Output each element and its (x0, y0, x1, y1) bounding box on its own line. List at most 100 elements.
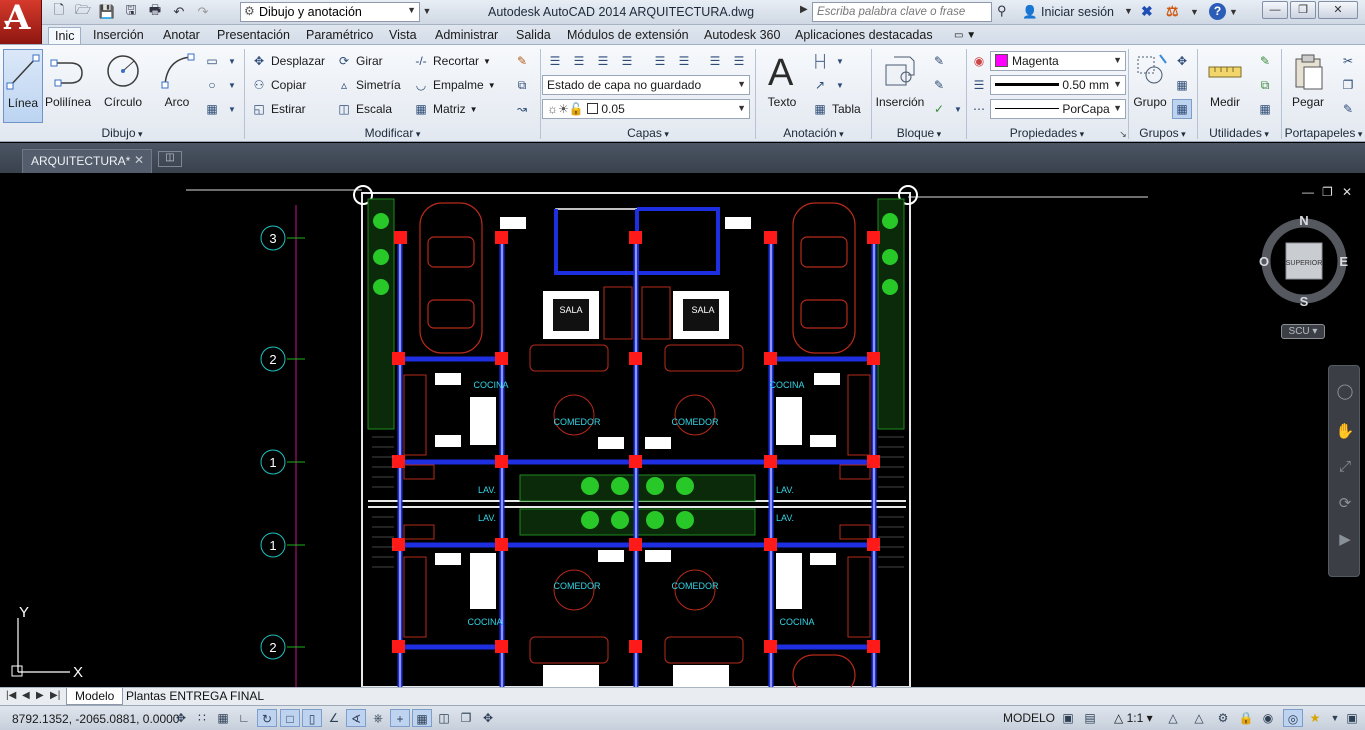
tab-presentacion[interactable]: Presentación (211, 27, 296, 45)
next-layout-icon[interactable]: ▶ (36, 690, 44, 701)
previous-layout-icon[interactable]: ◀ (22, 690, 30, 701)
array-button[interactable]: ▦ Matriz ▼ (413, 99, 477, 119)
panel-title-anotacion[interactable]: Anotación (756, 126, 871, 142)
layer-state-dropdown[interactable]: Estado de capa no guardado ▼ (542, 75, 750, 95)
object-snap-tracking-icon[interactable]: ∠ (324, 709, 344, 727)
panel-title-bloque[interactable]: Bloque (872, 126, 966, 142)
viewport-restore-button[interactable]: ❐ (1322, 185, 1333, 199)
match-properties-icon[interactable]: ◉ (969, 51, 989, 71)
fillet-button[interactable]: ◡ Empalme ▼ (413, 75, 496, 95)
stretch-button[interactable]: ◱ Estirar (251, 99, 305, 119)
panel-title-grupos[interactable]: Grupos (1129, 126, 1196, 142)
create-block-icon[interactable]: ✎ (929, 51, 949, 71)
calculator-icon[interactable]: ▦ (1255, 99, 1275, 119)
layer-dropdown[interactable]: ☼☀🔓 0.05 ▼ (542, 99, 750, 119)
rectangle-icon[interactable]: ▭ (202, 51, 222, 71)
model-space-toggle[interactable]: MODELO (1003, 709, 1055, 727)
table-button[interactable]: ▦ Tabla (812, 99, 860, 119)
viewcube[interactable]: SUPERIOR N S E O (1258, 207, 1350, 307)
quick-select-icon[interactable]: ✎ (1255, 51, 1275, 71)
chevron-down-icon[interactable]: ▼ (1229, 7, 1238, 17)
help-icon[interactable]: ? (1209, 3, 1226, 20)
infer-constraints-icon[interactable]: ✥ (171, 709, 191, 727)
new-file-icon[interactable]: 🗋 (48, 2, 70, 21)
lineweight-dropdown[interactable]: 0.50 mm ▼ (990, 75, 1126, 95)
linetype-dropdown[interactable]: PorCapa ▼ (990, 99, 1126, 119)
dynamic-ucs-icon[interactable]: ∢ (346, 709, 366, 727)
leader-icon[interactable]: ↗ (810, 75, 830, 95)
steering-wheel-icon[interactable]: ◯ (1333, 382, 1357, 406)
tab-anotar[interactable]: Anotar (157, 27, 206, 45)
chevron-down-icon[interactable]: ▼ (830, 51, 850, 71)
lightbulb-icon[interactable]: ★ (1305, 709, 1325, 727)
tab-inicio[interactable]: Inic (48, 27, 82, 45)
chevron-down-icon[interactable]: ▼ (222, 51, 242, 71)
polyline-button[interactable]: Polilínea (45, 49, 91, 123)
save-as-icon[interactable]: 🖫 (120, 2, 142, 21)
redo-icon[interactable]: ↷ (192, 3, 214, 21)
annotation-monitor-icon[interactable]: ✥ (478, 709, 498, 727)
binoculars-icon[interactable]: ⚲ (997, 3, 1007, 19)
dimension-icon[interactable]: ├┤ (810, 51, 830, 71)
layer-properties-icon[interactable]: ☰ (545, 51, 565, 71)
selection-cycling-icon[interactable]: ❐ (456, 709, 476, 727)
chevron-down-icon[interactable]: ▼ (1190, 7, 1199, 17)
arc-button[interactable]: Arco (155, 49, 199, 123)
tab-salida[interactable]: Salida (510, 27, 557, 45)
group-edit-icon[interactable]: ▦ (1172, 75, 1192, 95)
edit-block-icon[interactable]: ✎ (929, 75, 949, 95)
qat-customize-button[interactable]: ▼ (420, 2, 434, 22)
layer-lock-icon[interactable]: ☰ (705, 51, 725, 71)
layer-freeze-icon[interactable]: ☰ (674, 51, 694, 71)
hardware-acceleration-icon[interactable]: ◉ (1258, 709, 1278, 727)
ribbon-minimize-icon[interactable]: ▭ ▼ (948, 27, 982, 45)
quick-view-drawings-icon[interactable]: ▤ (1080, 709, 1100, 727)
offset-icon[interactable]: ↝ (512, 99, 532, 119)
tab-modelo[interactable]: Modelo (66, 688, 124, 705)
trim-button[interactable]: -/- Recortar ▼ (413, 51, 491, 71)
linetype-icon[interactable]: ⋯ (969, 99, 989, 119)
viewport-close-button[interactable]: ✕ (1342, 185, 1352, 199)
insert-block-button[interactable]: Inserción (874, 49, 926, 123)
minimize-button[interactable]: — (1262, 1, 1288, 19)
tab-vista[interactable]: Vista (383, 27, 423, 45)
3d-osnap-icon[interactable]: ▯ (302, 709, 322, 727)
paste-button[interactable]: Pegar (1287, 49, 1329, 123)
quick-view-layouts-icon[interactable]: ▣ (1058, 709, 1078, 727)
attribute-icon[interactable]: ✓ (929, 99, 949, 119)
object-snap-icon[interactable]: □ (280, 709, 300, 727)
tab-aplicaciones-destacadas[interactable]: Aplicaciones destacadas (789, 27, 939, 45)
match-clip-icon[interactable]: ✎ (1338, 99, 1358, 119)
maximize-button[interactable]: ❐ (1290, 1, 1316, 19)
move-button[interactable]: ✥ Desplazar (251, 51, 325, 71)
toolbar-lock-icon[interactable]: 🔒 (1236, 709, 1256, 727)
snap-mode-icon[interactable]: ∷ (192, 709, 212, 727)
chevron-down-icon[interactable]: ▼ (222, 75, 242, 95)
panel-title-utilidades[interactable]: Utilidades (1198, 126, 1280, 142)
connect-icon[interactable]: ⚖ (1166, 3, 1179, 20)
group-selection-icon[interactable]: ▦ (1172, 99, 1192, 119)
copy-button[interactable]: ⚇ Copiar (251, 75, 307, 95)
last-layout-icon[interactable]: ▶| (50, 690, 60, 701)
panel-title-propiedades[interactable]: Propiedades (967, 126, 1127, 142)
tab-administrar[interactable]: Administrar (429, 27, 504, 45)
color-dropdown[interactable]: Magenta ▼ (990, 51, 1126, 71)
line-button[interactable]: Línea (3, 49, 43, 123)
ucs-menu-button[interactable]: SCU ▾ (1281, 324, 1325, 339)
quick-properties-icon[interactable]: ◫ (434, 709, 454, 727)
hatch-icon[interactable]: ○ (202, 75, 222, 95)
grid-display-icon[interactable]: ▦ (213, 709, 233, 727)
transparency-icon[interactable]: ▦ (412, 709, 432, 727)
exchange-icon[interactable]: ✖ (1141, 3, 1153, 20)
workspace-switching-icon[interactable]: ⚙ (1213, 709, 1233, 727)
coordinate-readout[interactable]: 8792.1352, -2065.0881, 0.0000 (12, 712, 179, 726)
undo-icon[interactable]: ↶ (168, 3, 190, 21)
select-all-icon[interactable]: ⧉ (1255, 75, 1275, 95)
auto-scale-icon[interactable]: △ (1189, 709, 1209, 727)
measure-button[interactable]: Medir (1203, 49, 1247, 123)
ungroup-icon[interactable]: ✥ (1172, 51, 1192, 71)
open-file-icon[interactable]: 🗁 (72, 2, 94, 21)
cut-icon[interactable]: ✂ (1338, 51, 1358, 71)
mirror-button[interactable]: ▵ Simetría (336, 75, 401, 95)
erase-icon[interactable]: ✎ (512, 51, 532, 71)
